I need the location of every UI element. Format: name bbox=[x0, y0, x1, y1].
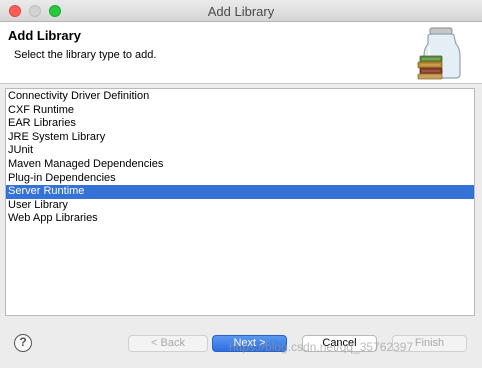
list-item[interactable]: CXF Runtime bbox=[6, 104, 474, 118]
list-item[interactable]: Plug-in Dependencies bbox=[6, 172, 474, 186]
header-title: Add Library bbox=[8, 28, 81, 43]
list-item[interactable]: JRE System Library bbox=[6, 131, 474, 145]
library-type-list[interactable]: Connectivity Driver Definition CXF Runtim… bbox=[5, 88, 475, 316]
list-item[interactable]: Web App Libraries bbox=[6, 212, 474, 226]
library-jar-icon bbox=[417, 27, 461, 80]
add-library-dialog: Add Library Add Library Select the libra… bbox=[0, 0, 482, 368]
list-item[interactable]: User Library bbox=[6, 199, 474, 213]
list-item[interactable]: EAR Libraries bbox=[6, 117, 474, 131]
finish-button[interactable]: Finish bbox=[392, 335, 467, 352]
dialog-header: Add Library Select the library type to a… bbox=[0, 22, 482, 84]
header-description: Select the library type to add. bbox=[14, 49, 157, 61]
back-button[interactable]: < Back bbox=[128, 335, 208, 352]
window-title: Add Library bbox=[207, 4, 275, 19]
list-item[interactable]: Connectivity Driver Definition bbox=[6, 90, 474, 104]
help-button[interactable]: ? bbox=[14, 334, 32, 352]
list-item[interactable]: JUnit bbox=[6, 144, 474, 158]
list-item[interactable]: Server Runtime bbox=[6, 185, 474, 199]
title-bar[interactable]: Add Library bbox=[0, 0, 482, 22]
cancel-button[interactable]: Cancel bbox=[302, 335, 377, 352]
list-item[interactable]: Maven Managed Dependencies bbox=[6, 158, 474, 172]
next-button[interactable]: Next > bbox=[212, 335, 287, 352]
